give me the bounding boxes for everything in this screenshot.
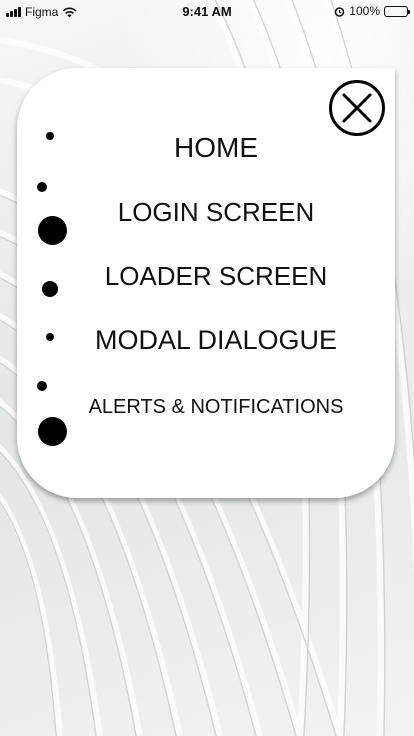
battery-icon: [384, 5, 410, 17]
menu-item-modal-dialogue[interactable]: MODAL DIALOGUE: [17, 325, 414, 356]
decorative-dot: [38, 417, 67, 446]
decorative-dot: [37, 182, 47, 192]
menu-item-loader-screen[interactable]: LOADER SCREEN: [17, 261, 414, 292]
status-bar: Figma 9:41 AM 100%: [0, 0, 414, 24]
menu-item-alerts-notifications[interactable]: ALERTS & NOTIFICATIONS: [17, 396, 414, 419]
close-icon: [329, 80, 385, 136]
menu-item-login-screen[interactable]: LOGIN SCREEN: [17, 197, 414, 228]
decorative-dot: [37, 381, 47, 391]
menu-item-home[interactable]: HOME: [17, 132, 414, 164]
alarm-icon: [335, 6, 345, 17]
battery-percent: 100%: [349, 4, 380, 18]
close-button[interactable]: [328, 79, 386, 137]
status-right: 100%: [334, 4, 410, 18]
